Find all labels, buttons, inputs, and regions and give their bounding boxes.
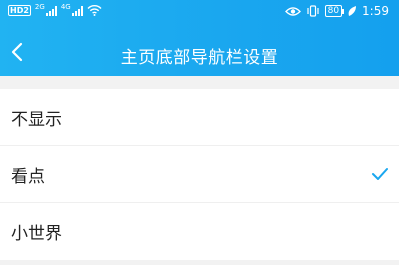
signal-icon (45, 5, 57, 16)
page-title: 主页底部导航栏设置 (120, 48, 279, 68)
vibrate-icon (306, 5, 319, 17)
leaf-icon (348, 6, 357, 16)
battery-icon: 80 (324, 5, 345, 17)
option-label: 看点 (11, 166, 45, 187)
status-time: 1:59 (362, 4, 389, 18)
header-bar: HD2 2G 4G 80 1:59 主页底部导航栏设置 (0, 0, 399, 76)
option-label: 小世界 (11, 224, 62, 244)
eye-icon (284, 6, 301, 16)
signal-icon (71, 5, 83, 16)
status-left: HD2 2G 4G (8, 2, 102, 16)
status-bar: HD2 2G 4G 80 1:59 (0, 0, 399, 24)
hd-badge: HD2 (8, 5, 31, 16)
option-hide[interactable]: 不显示 (0, 89, 399, 146)
checkmark-icon (372, 168, 388, 180)
status-right: 80 1:59 (284, 4, 389, 18)
top-nav: 主页底部导航栏设置 (0, 30, 399, 74)
option-label: 不显示 (11, 109, 62, 130)
network-type-2: 4G (60, 2, 71, 11)
option-kandian[interactable]: 看点 (0, 146, 399, 203)
wifi-icon (87, 5, 102, 16)
option-small-world[interactable]: 小世界 (0, 203, 399, 260)
network-type-1: 2G (34, 2, 45, 11)
option-list: 不显示 看点 小世界 (0, 89, 399, 260)
